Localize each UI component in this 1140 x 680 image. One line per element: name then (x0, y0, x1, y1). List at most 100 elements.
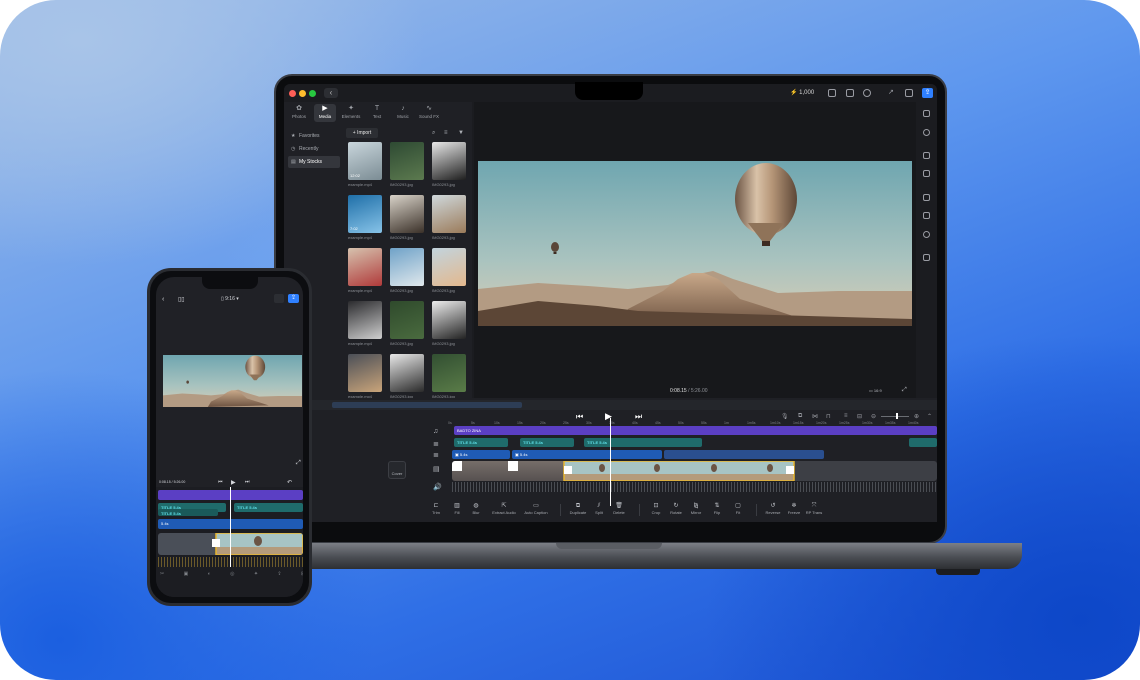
help-icon[interactable] (863, 89, 871, 97)
tool-fit-button[interactable]: ▢ Fit (725, 502, 751, 516)
zoom-slider-thumb[interactable] (896, 413, 898, 419)
tool-blur-button[interactable]: ◍ Blur (463, 502, 489, 516)
ruler-tick-label: 1m5s (747, 421, 756, 425)
video-clip-filmstrip[interactable] (452, 461, 937, 481)
filter-icon[interactable]: ▼ (458, 130, 464, 136)
phone-play-button[interactable]: ▶ (231, 479, 236, 486)
text-clip[interactable]: TITLE 5.4s (520, 438, 574, 447)
zoom-out-icon[interactable]: ⊖ (871, 413, 876, 420)
text-clip[interactable]: TITLE 5.4s (584, 438, 702, 447)
blur-icon: ◍ (473, 503, 479, 509)
fit-icon[interactable]: ⊟ (857, 413, 862, 420)
tab-sound-fx[interactable]: ∿ Sound FX (418, 104, 440, 122)
cover-button[interactable]: Cover (388, 461, 406, 479)
split-icon[interactable]: ⋈ (812, 413, 818, 420)
media-thumbnail[interactable] (432, 301, 466, 339)
text-clip[interactable] (909, 438, 937, 447)
phone-aspect-button[interactable]: ▯ 9:16 ▾ (221, 296, 239, 302)
media-thumbnail[interactable] (348, 248, 382, 286)
import-button[interactable]: + Import (346, 128, 378, 138)
scroll-thumb[interactable] (332, 402, 522, 408)
back-button[interactable]: ‹ (324, 88, 338, 98)
audio-clip[interactable] (664, 450, 824, 459)
playhead[interactable] (610, 418, 611, 506)
category-tabs: ✿ Photos ▶ Media ✦ Elements T Text ♪ Music ∿ Sound … (284, 102, 472, 124)
tab-media[interactable]: ▶ Media (314, 104, 336, 122)
search-icon[interactable]: ⌕ (432, 130, 435, 137)
media-thumbnail[interactable] (348, 354, 382, 392)
keyboard-icon[interactable] (846, 89, 854, 97)
video-preview[interactable] (478, 161, 912, 326)
sort-icon[interactable]: ≡ (444, 130, 448, 136)
crop-icon[interactable] (923, 212, 930, 219)
adjust-icon[interactable] (923, 231, 930, 238)
tab-music[interactable]: ♪ Music (392, 104, 414, 122)
phone-text-clip[interactable]: TITLE 5.4s (158, 509, 218, 516)
sidebar-item-recently[interactable]: ◷ Recently (288, 143, 340, 155)
volume-icon[interactable] (923, 152, 930, 159)
timeline-scrollbar[interactable] (312, 400, 937, 410)
phone-video-preview[interactable] (163, 355, 302, 407)
phone-book-icon[interactable]: ▯▯ (178, 296, 185, 303)
tool-extract-audio-button[interactable]: ⇱ Extract Audio (491, 502, 517, 516)
tab-elements[interactable]: ✦ Elements (340, 104, 362, 122)
minimize-window-button[interactable] (299, 90, 306, 97)
speed-icon[interactable] (923, 170, 930, 177)
media-thumbnail[interactable] (432, 195, 466, 233)
media-thumbnail[interactable] (390, 142, 424, 180)
phone-back-icon[interactable]: ‹ (162, 296, 164, 303)
music-clip[interactable]: BADTO ZINA (454, 426, 937, 435)
phone-undo-icon[interactable]: ↶ (287, 479, 292, 486)
delete-icon: 🗑 (615, 503, 623, 509)
save-icon[interactable] (905, 89, 913, 97)
tool-label: Blur (472, 510, 480, 515)
export-button[interactable]: ⇪ (922, 88, 933, 98)
credits-badge[interactable]: ⚡ 1,000 (790, 89, 814, 96)
tool-rp-trans-button[interactable]: ⤧ RP Trans (801, 502, 827, 516)
transition-icon[interactable] (923, 254, 930, 261)
phone-next-icon[interactable]: ⏭ (245, 479, 250, 485)
collapse-icon[interactable]: ⌃ (927, 413, 932, 420)
tool-delete-button[interactable]: 🗑 Delete (606, 502, 632, 516)
media-thumbnail[interactable] (432, 142, 466, 180)
media-thumbnail[interactable]: 12:02 (348, 142, 382, 180)
sidebar-item-my-stocks[interactable]: ▤ My Stocks (288, 156, 340, 168)
magnet-icon[interactable]: ⊓ (826, 413, 831, 420)
fullscreen-icon[interactable]: ⤢ (902, 387, 907, 394)
text-clip[interactable]: TITLE 5.4s (454, 438, 508, 447)
media-thumbnail[interactable] (390, 301, 424, 339)
close-window-button[interactable] (289, 90, 296, 97)
color-icon[interactable] (923, 129, 930, 136)
image-icon[interactable] (828, 89, 836, 97)
share-icon[interactable]: ↗ (888, 88, 896, 96)
phone-text-clip[interactable]: TITLE 5.4s (234, 503, 303, 512)
aspect-ratio-button[interactable]: ▭ 16:9 (869, 388, 882, 393)
tool-auto-caption-button[interactable]: ▭ Auto Caption (523, 502, 549, 516)
mic-icon[interactable]: 🎙 (781, 413, 789, 420)
media-thumbnail[interactable] (390, 354, 424, 392)
media-thumbnail[interactable] (432, 354, 466, 392)
sidebar-item-favorites[interactable]: ★ Favorites (288, 130, 340, 142)
media-thumbnail[interactable] (348, 301, 382, 339)
media-thumbnail[interactable] (432, 248, 466, 286)
audio-clip[interactable]: ▣ 5.4s (512, 450, 662, 459)
filter-effect-icon[interactable] (923, 194, 930, 201)
maximize-window-button[interactable] (309, 90, 316, 97)
phone-save-icon[interactable] (274, 294, 284, 303)
phone-playhead[interactable] (230, 487, 231, 567)
tab-text[interactable]: T Text (366, 104, 388, 122)
phone-prev-icon[interactable]: ⏮ (218, 479, 223, 485)
audio-clip[interactable]: ▣ 5.4s (452, 450, 510, 459)
phone-fullscreen-icon[interactable]: ⤢ (296, 460, 301, 467)
phone-toolbar[interactable]: ✂ ▣ ◐ ◎ ✦ ⇪ ⊞ ⇆ (156, 571, 303, 585)
link-icon[interactable]: ⧉ (798, 413, 802, 420)
zoom-slider[interactable] (881, 416, 909, 417)
phone-export-button[interactable]: ⇪ (288, 294, 299, 303)
media-thumbnail[interactable] (390, 195, 424, 233)
sort-tracks-icon[interactable]: ≡ (844, 413, 848, 419)
tab-photos[interactable]: ✿ Photos (288, 104, 310, 122)
media-thumbnail[interactable]: 7:02 (348, 195, 382, 233)
layers-icon[interactable] (923, 110, 930, 117)
zoom-in-icon[interactable]: ⊕ (914, 413, 919, 420)
media-thumbnail[interactable] (390, 248, 424, 286)
